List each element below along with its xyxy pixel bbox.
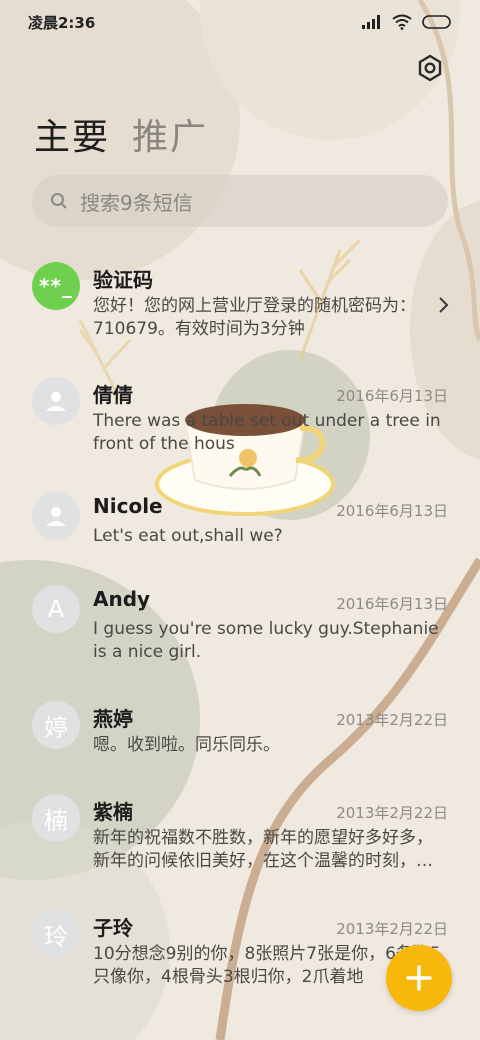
person-icon [46, 507, 66, 526]
tab-primary[interactable]: 主要 [34, 108, 110, 160]
sender-name: 倩倩 [93, 383, 133, 407]
sender-name: 紫楠 [93, 800, 133, 824]
avatar: 婷 [32, 701, 80, 749]
list-item[interactable]: A Andy 2016年6月13日 I guess you're some lu… [0, 568, 480, 684]
sender-name: 验证码 [93, 268, 153, 292]
search-placeholder: 搜索9条短信 [80, 190, 193, 215]
list-item[interactable]: 婷 燕婷 2013年2月22日 嗯。收到啦。同乐同乐。 [0, 684, 480, 777]
message-preview: 您好！您的网上营业厅登录的随机密码为：710679。有效时间为3分钟 [93, 296, 416, 339]
new-message-button[interactable] [386, 945, 452, 1011]
sender-name: 燕婷 [93, 707, 133, 731]
message-preview: I guess you're some lucky guy.Stephanie … [93, 619, 439, 662]
message-preview: Let's eat out,shall we? [93, 526, 283, 546]
sender-name: 子玲 [93, 916, 133, 940]
tab-promotions[interactable]: 推广 [132, 108, 208, 160]
list-item[interactable]: 倩倩 2016年6月13日 There was a table set out … [0, 360, 480, 475]
list-item[interactable]: 楠 紫楠 2013年2月22日 新年的祝福数不胜数，新年的愿望好多好多，新年的问… [0, 777, 480, 893]
status-time: 凌晨2:36 [28, 13, 96, 32]
search-input[interactable]: 搜索9条短信 [32, 175, 448, 227]
avatar [32, 492, 80, 540]
list-item[interactable]: **_ 验证码 您好！您的网上营业厅登录的随机密码为：710679。有效时间为3… [0, 245, 480, 360]
message-preview: 嗯。收到啦。同乐同乐。 [93, 735, 280, 755]
avatar: 玲 [32, 910, 80, 958]
avatar: A [32, 585, 80, 633]
message-date: 2016年6月13日 [336, 502, 448, 520]
settings-gear-icon[interactable] [416, 54, 444, 82]
sender-name: Andy [93, 587, 151, 611]
message-preview: 新年的祝福数不胜数，新年的愿望好多好多，新年的问候依旧美好，在这个温馨的时刻，… [93, 828, 433, 871]
person-icon [46, 392, 66, 411]
battery-icon [422, 15, 451, 29]
wifi-icon [392, 14, 412, 30]
search-icon [51, 193, 67, 209]
message-preview: There was a table set out under a tree i… [93, 411, 441, 454]
message-date: 2016年6月13日 [336, 595, 448, 613]
message-date: 2013年2月22日 [336, 920, 448, 938]
message-date: 2013年2月22日 [336, 711, 448, 729]
chevron-right-icon [439, 297, 449, 313]
message-date: 2013年2月22日 [336, 804, 448, 822]
status-bar: 凌晨2:36 [0, 0, 480, 44]
plus-icon [406, 965, 432, 991]
avatar: **_ [32, 262, 80, 310]
tab-bar: 主要 推广 [34, 108, 208, 160]
sender-name: Nicole [93, 494, 163, 518]
signal-icon [362, 15, 380, 29]
avatar: 楠 [32, 794, 80, 842]
list-item[interactable]: Nicole 2016年6月13日 Let's eat out,shall we… [0, 475, 480, 568]
avatar [32, 377, 80, 425]
message-date: 2016年6月13日 [336, 387, 448, 405]
message-list: **_ 验证码 您好！您的网上营业厅登录的随机密码为：710679。有效时间为3… [0, 245, 480, 1003]
